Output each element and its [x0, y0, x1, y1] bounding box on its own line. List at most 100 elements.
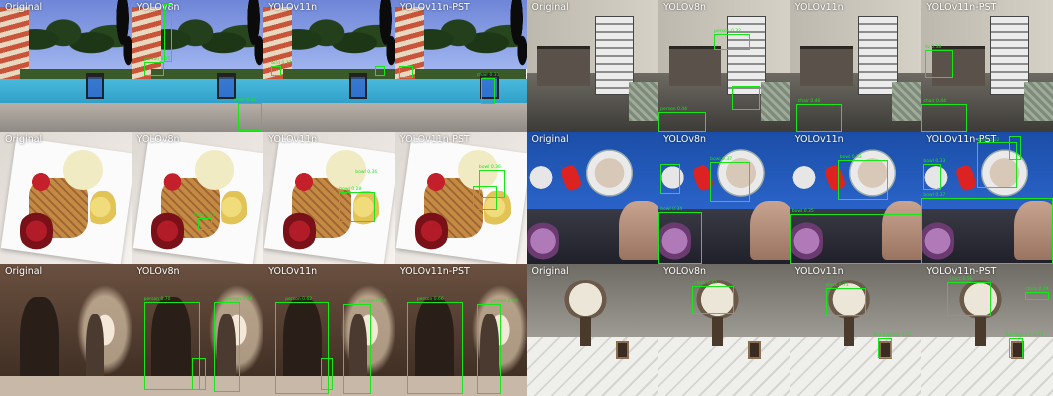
cell-room-yolov8n: YOLOv8n person 0.32 person 0.44 [658, 0, 790, 132]
column-title: YOLOv11n [268, 2, 318, 13]
column-title: Original [5, 266, 43, 277]
column-title: YOLOv8n [663, 266, 707, 277]
cell-pool-yolov11n-pst: YOLOv11n-PST chair 0.31 [394, 0, 527, 132]
column-title: YOLOv11n-PST [926, 2, 997, 13]
detection-box [658, 212, 703, 264]
hall-photo [526, 264, 659, 396]
detection-box [925, 50, 954, 78]
cell-table-yolov8n: YOLOv8n bowl 0.37 bowl 0.34 [658, 132, 790, 264]
detection-label: chair 0.31 [476, 73, 500, 78]
cell-waffle-original: Original [0, 132, 132, 264]
cell-room-yolov11n: YOLOv11n chair 0.46 [789, 0, 922, 132]
detection-label: chair 0.46 [797, 99, 821, 104]
detection-label: fire hydrant 0.25 [873, 333, 912, 338]
detection-box [947, 282, 992, 316]
column-title: Original [531, 2, 569, 13]
cell-dim-yolov11n-pst: YOLOv11n-PST person 0.66 person 0.48 [394, 264, 527, 396]
detection-box [476, 304, 501, 394]
detection-box [921, 198, 1053, 264]
waffle-photo [0, 132, 132, 264]
detection-box [143, 62, 164, 76]
detection-label: clock 0.56 [949, 277, 973, 282]
cell-pool-original: Original [0, 0, 132, 132]
cell-table-yolov11n-pst: YOLOv11n-PST bowl 0.32 bowl 0.33 bowl 0.… [921, 132, 1053, 264]
detection-box [480, 78, 495, 104]
cell-dim-yolov11n: YOLOv11n person 0.62 person 0.44 [263, 264, 395, 396]
cell-table-original: Original [526, 132, 659, 264]
detection-box [1025, 292, 1050, 300]
hall-photo [789, 264, 922, 396]
detection-label: bowl 0.33 [839, 155, 862, 160]
detection-box [271, 66, 282, 76]
column-title: YOLOv11n-PST [399, 2, 470, 13]
pool-photo [0, 0, 132, 132]
detection-box [339, 192, 376, 222]
column-title: YOLOv8n [136, 134, 180, 145]
detection-box [398, 66, 413, 78]
hall-photo [658, 264, 790, 396]
detection-label: clock 0.71 [825, 283, 849, 288]
cell-hall-yolov11n-pst: YOLOv11n-PST clock 0.56 fire hydrant 0.2… [921, 264, 1053, 396]
detection-label: person 0.44 [359, 299, 387, 304]
cell-hall-yolov11n: YOLOv11n clock 0.71 fire hydrant 0.25 [789, 264, 922, 396]
detection-box [825, 288, 866, 316]
detection-box [714, 34, 751, 50]
detection-label: person 0.32 [714, 29, 741, 34]
detection-box [237, 103, 262, 131]
waffle-photo [131, 132, 264, 264]
detection-label: person 0.38 [225, 297, 253, 302]
detection-box [191, 358, 206, 390]
cell-room-yolov11n-pst: YOLOv11n-PST tv 0.38 chair 0.44 [921, 0, 1053, 132]
detection-box [197, 218, 212, 230]
cell-dim-original: Original [0, 264, 132, 396]
detection-box [710, 162, 751, 202]
room-photo [526, 0, 659, 132]
detection-box [343, 304, 372, 394]
cell-waffle-yolov8n: YOLOv8n bowl 0.28 [131, 132, 264, 264]
column-title: YOLOv8n [136, 266, 180, 277]
column-title: Original [5, 134, 43, 145]
cell-pool-yolov11n: YOLOv11n bird 0.37 [263, 0, 395, 132]
detection-label: chair 0.31 [233, 98, 257, 103]
column-title: YOLOv11n-PST [399, 134, 470, 145]
cell-hall-original: Original [526, 264, 659, 396]
detection-label: person 0.44 [660, 107, 687, 112]
column-title: YOLOv8n [663, 2, 707, 13]
detection-label: bowl 0.32 [977, 138, 1000, 143]
detection-label: bowl 0.28 [193, 213, 216, 218]
column-title: YOLOv8n [136, 2, 180, 13]
cell-waffle-yolov11n: YOLOv11n bowl 0.36 bowl 0.28 [263, 132, 395, 264]
detection-box [923, 164, 942, 190]
detection-label: person 0.35 [143, 57, 171, 62]
detection-box [406, 302, 463, 394]
cell-waffle-yolov11n-pst: YOLOv11n-PST bowl 0.36 [394, 132, 527, 264]
detection-label: chair 0.44 [923, 99, 947, 104]
detection-label: tv 0.38 [925, 45, 942, 50]
detection-label: person 0.70 [143, 297, 171, 302]
detection-box [472, 186, 497, 210]
detection-label: bowl 0.36 [355, 170, 378, 175]
detection-box [660, 164, 681, 194]
column-title: Original [531, 266, 569, 277]
detection-label: person 0.62 [285, 297, 313, 302]
column-title: YOLOv11n [268, 266, 318, 277]
cell-hall-yolov8n: YOLOv8n clock 0.63 [658, 264, 790, 396]
detection-box [321, 358, 334, 390]
detection-label: bowl 0.37 [710, 157, 733, 162]
detection-box [1009, 338, 1024, 358]
detection-label: fire hydrant 0.25 [1005, 333, 1044, 338]
column-title: YOLOv11n [268, 134, 318, 145]
cell-pool-yolov8n: YOLOv8n person 0.35 chair 0.31 [131, 0, 264, 132]
column-title: YOLOv8n [663, 134, 707, 145]
column-title: Original [531, 134, 569, 145]
column-title: YOLOv11n-PST [399, 266, 470, 277]
detection-label: bowl 0.33 [923, 159, 946, 164]
pool-photo [394, 0, 527, 132]
detection-label: bowl 0.36 [478, 165, 501, 170]
detection-box [375, 66, 386, 76]
detection-box [658, 112, 707, 132]
column-title: YOLOv11n-PST [926, 266, 997, 277]
detection-box [789, 214, 922, 264]
detection-box [692, 286, 735, 314]
detection-box [213, 302, 240, 392]
